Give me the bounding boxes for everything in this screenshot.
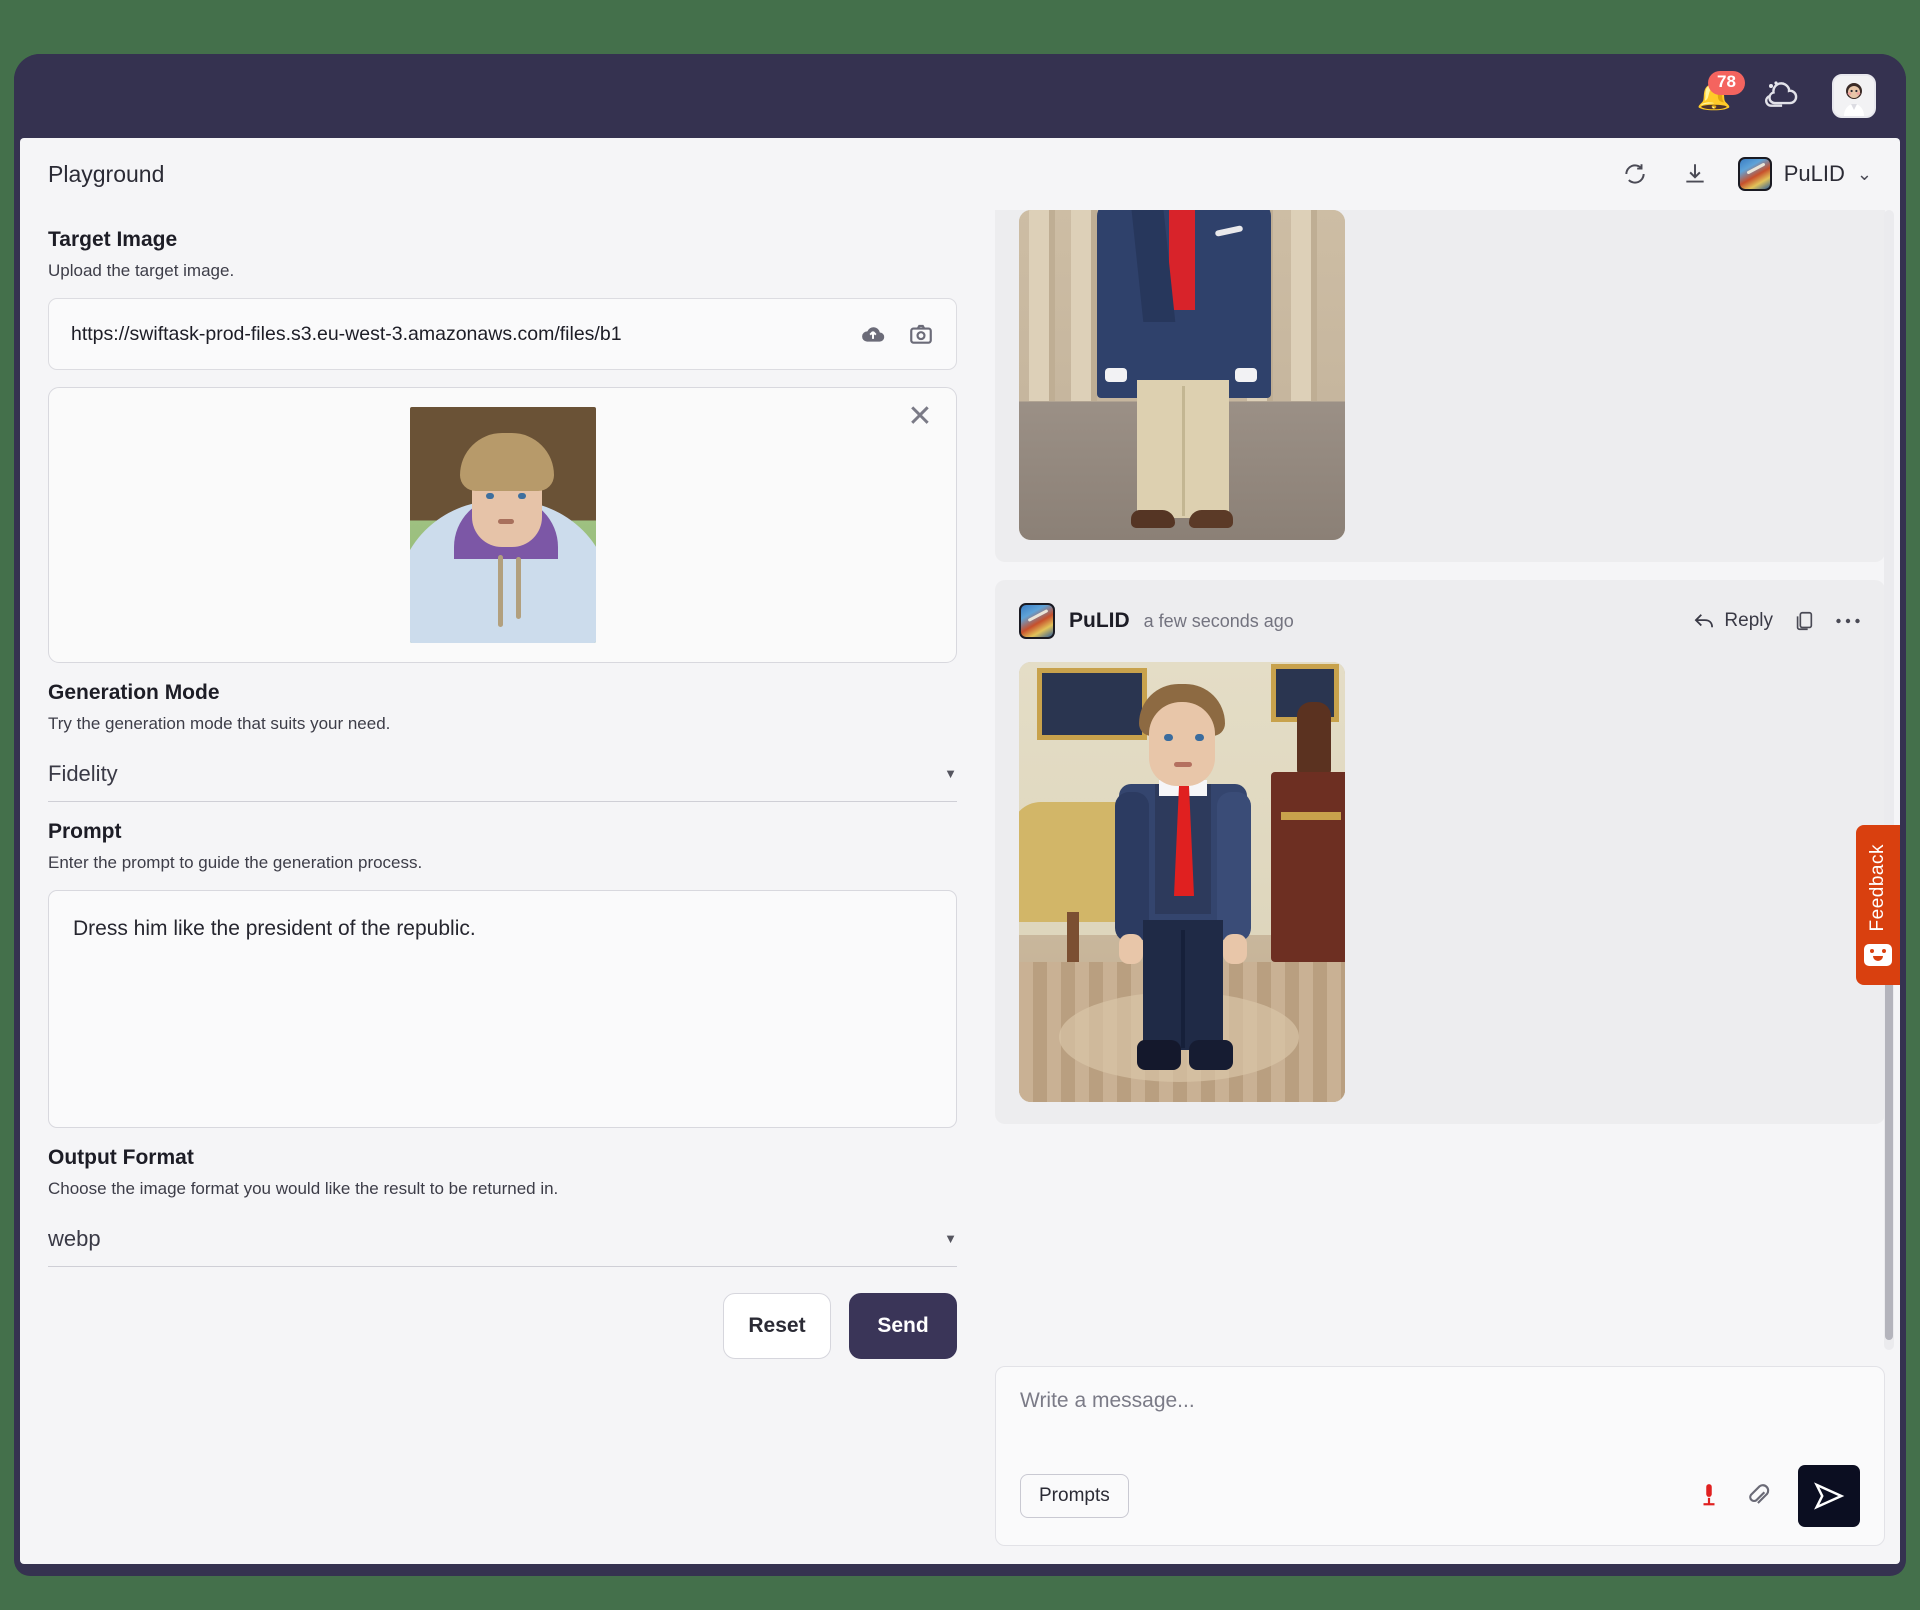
microphone-button[interactable] — [1698, 1481, 1720, 1511]
prompts-button[interactable]: Prompts — [1020, 1474, 1129, 1518]
target-image-help: Upload the target image. — [48, 261, 957, 281]
cloud-weather-icon — [1762, 79, 1804, 113]
model-avatar-icon — [1019, 603, 1055, 639]
output-format-label: Output Format — [48, 1146, 957, 1170]
form-buttons: Reset Send — [48, 1293, 957, 1373]
copy-icon — [1793, 609, 1815, 633]
model-thumbnail-icon — [1738, 157, 1772, 191]
page-title: Playground — [48, 161, 164, 188]
microphone-icon — [1698, 1481, 1720, 1511]
page-content: Playground PuLID ⌄ — [20, 138, 1900, 1564]
remove-image-button[interactable]: ✕ — [904, 402, 936, 434]
app-window: 🔔 78 — [14, 54, 1906, 1576]
chat-panel: PuLID a few seconds ago Reply — [985, 210, 1900, 1564]
message-timestamp: a few seconds ago — [1144, 611, 1294, 632]
generation-mode-help: Try the generation mode that suits your … — [48, 714, 957, 734]
refresh-button[interactable] — [1618, 157, 1652, 191]
refresh-icon — [1622, 161, 1648, 187]
chat-scrollbar[interactable] — [1884, 210, 1894, 1350]
model-name-label: PuLID — [1784, 161, 1845, 187]
download-button[interactable] — [1678, 157, 1712, 191]
chevron-down-icon: ⌄ — [1857, 164, 1872, 185]
camera-button[interactable] — [904, 317, 938, 351]
message-input[interactable]: Write a message... — [1020, 1389, 1860, 1413]
message-actions: Reply — [1693, 609, 1861, 633]
composer-tools — [1698, 1465, 1860, 1527]
download-icon — [1682, 161, 1708, 187]
target-image-label: Target Image — [48, 228, 957, 252]
copy-button[interactable] — [1793, 609, 1815, 633]
playground-actions: PuLID ⌄ — [1618, 157, 1872, 191]
user-avatar-icon — [1834, 76, 1874, 116]
generation-mode-select[interactable]: Fidelity ▼ — [48, 746, 957, 802]
camera-icon — [907, 321, 935, 347]
chat-messages: PuLID a few seconds ago Reply — [995, 210, 1885, 1350]
send-button[interactable]: Send — [849, 1293, 957, 1359]
chat-message: PuLID a few seconds ago Reply — [995, 580, 1885, 1124]
message-header: PuLID a few seconds ago Reply — [1019, 598, 1861, 644]
parameters-panel: Target Image Upload the target image. ht… — [20, 210, 985, 1564]
send-message-button[interactable] — [1798, 1465, 1860, 1527]
chevron-down-icon: ▼ — [944, 766, 957, 781]
top-bar: 🔔 78 — [14, 54, 1906, 138]
target-image-preview: ✕ — [48, 387, 957, 663]
reset-button[interactable]: Reset — [723, 1293, 831, 1359]
target-image-url-value: https://swiftask-prod-files.s3.eu-west-3… — [71, 323, 842, 346]
notification-badge: 78 — [1708, 71, 1745, 95]
generation-mode-value: Fidelity — [48, 761, 118, 787]
model-selector[interactable]: PuLID ⌄ — [1738, 157, 1872, 191]
feedback-tab[interactable]: Feedback — [1856, 825, 1900, 985]
weather-widget-button[interactable] — [1760, 75, 1806, 117]
prompt-input[interactable]: Dress him like the president of the repu… — [48, 890, 957, 1128]
output-format-help: Choose the image format you would like t… — [48, 1179, 957, 1199]
notifications-button[interactable]: 🔔 78 — [1694, 75, 1734, 117]
prompt-help: Enter the prompt to guide the generation… — [48, 853, 957, 873]
message-composer: Write a message... Prompts — [995, 1366, 1885, 1546]
feedback-label: Feedback — [1867, 844, 1889, 931]
upload-button[interactable] — [856, 317, 890, 351]
playground-header: Playground PuLID ⌄ — [20, 138, 1900, 210]
paperclip-icon — [1746, 1482, 1772, 1510]
reply-button[interactable]: Reply — [1693, 610, 1773, 632]
message-author: PuLID — [1069, 609, 1130, 633]
chat-message — [995, 210, 1885, 562]
generated-image[interactable] — [1019, 210, 1345, 540]
attach-button[interactable] — [1746, 1482, 1772, 1510]
generated-image[interactable] — [1019, 662, 1345, 1102]
composer-toolbar: Prompts — [1020, 1465, 1860, 1527]
cloud-upload-icon — [859, 321, 887, 347]
send-icon — [1813, 1481, 1845, 1511]
content-columns: Target Image Upload the target image. ht… — [20, 210, 1900, 1564]
output-format-select[interactable]: webp ▼ — [48, 1211, 957, 1267]
more-options-icon — [1835, 617, 1861, 625]
prompt-label: Prompt — [48, 820, 957, 844]
reply-label: Reply — [1724, 610, 1773, 632]
more-options-button[interactable] — [1835, 617, 1861, 625]
message-author-group: PuLID a few seconds ago — [1019, 603, 1294, 639]
target-image-thumbnail[interactable] — [410, 407, 596, 643]
smiley-face-icon — [1864, 944, 1892, 966]
avatar[interactable] — [1832, 74, 1876, 118]
reply-arrow-icon — [1693, 612, 1715, 630]
chevron-down-icon: ▼ — [944, 1231, 957, 1246]
target-image-url-field[interactable]: https://swiftask-prod-files.s3.eu-west-3… — [48, 298, 957, 370]
generation-mode-label: Generation Mode — [48, 681, 957, 705]
output-format-value: webp — [48, 1226, 101, 1252]
